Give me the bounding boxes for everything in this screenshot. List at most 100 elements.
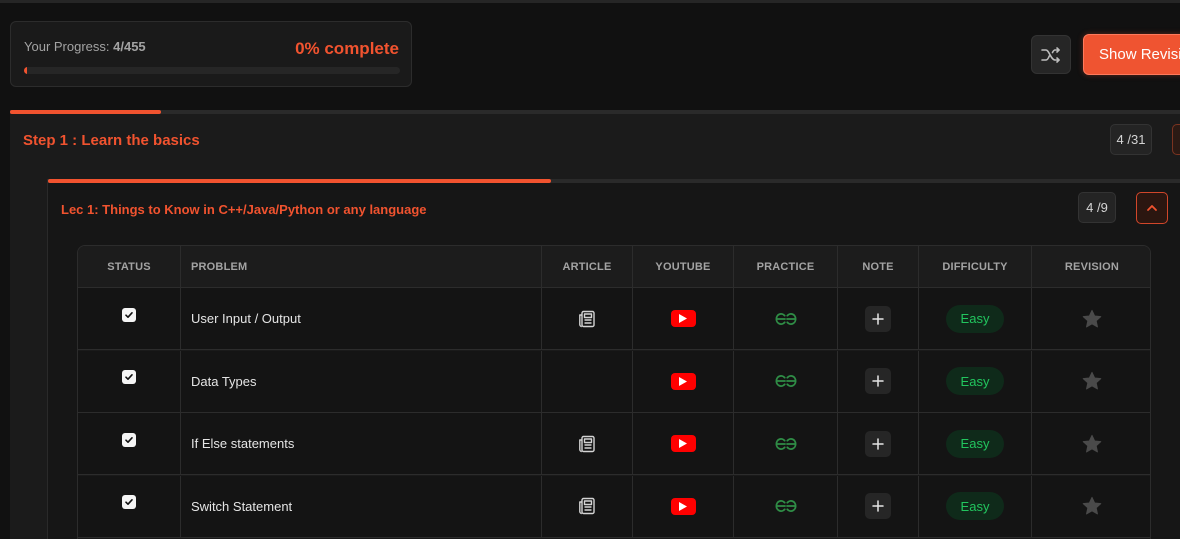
lecture-count: 4 /9	[1078, 192, 1116, 223]
step-count: 4 /31	[1110, 124, 1152, 155]
check-icon	[125, 374, 133, 380]
status-checkbox[interactable]	[122, 307, 136, 322]
shuffle-icon	[1041, 46, 1060, 63]
revision-cell	[1032, 288, 1150, 349]
article-cell	[542, 288, 633, 349]
plus-icon	[872, 312, 884, 325]
progress-bar	[24, 67, 400, 74]
table-header: STATUS PROBLEM ARTICLE YOUTUBE PRACTICE …	[78, 246, 1150, 288]
practice-cell	[734, 350, 838, 412]
note-cell	[838, 350, 919, 412]
difficulty-cell: Easy	[919, 350, 1032, 412]
add-note-button[interactable]	[865, 430, 891, 457]
youtube-icon[interactable]	[670, 372, 696, 390]
problem-cell: Switch Statement	[181, 475, 542, 537]
plus-icon	[872, 375, 884, 387]
show-revision-button[interactable]: Show Revision	[1083, 34, 1180, 75]
status-cell	[78, 288, 181, 349]
progress-card: Your Progress: 4/455 0% complete	[10, 21, 412, 87]
difficulty-badge: Easy	[946, 304, 1004, 333]
youtube-cell	[633, 350, 734, 412]
youtube-cell	[633, 475, 734, 537]
lecture-progress-fill	[48, 179, 552, 183]
step-section: Step 1 : Learn the basics 4 /31 Lec 1: T…	[10, 114, 1180, 539]
article-icon[interactable]	[577, 434, 597, 454]
add-note-button[interactable]	[865, 305, 891, 332]
check-icon	[125, 311, 133, 318]
status-checkbox[interactable]	[122, 495, 136, 509]
table-row: Switch Statement Easy	[78, 475, 1150, 538]
problems-table: STATUS PROBLEM ARTICLE YOUTUBE PRACTICE …	[77, 245, 1151, 539]
difficulty-cell: Easy	[919, 413, 1032, 474]
note-cell	[838, 475, 919, 537]
gfg-icon[interactable]	[773, 312, 799, 326]
practice-cell	[734, 475, 838, 537]
add-note-button[interactable]	[865, 368, 891, 394]
star-icon[interactable]	[1081, 308, 1103, 330]
header-article: ARTICLE	[542, 246, 633, 287]
problem-name: Data Types	[191, 373, 257, 389]
play-icon	[679, 314, 687, 323]
youtube-icon[interactable]	[670, 435, 696, 452]
note-cell	[838, 288, 919, 349]
chevron-up-icon	[1147, 205, 1157, 211]
step-collapse-button[interactable]	[1172, 124, 1180, 155]
youtube-cell	[633, 413, 734, 474]
difficulty-badge: Easy	[946, 367, 1004, 395]
gfg-icon[interactable]	[773, 499, 799, 513]
status-checkbox[interactable]	[122, 432, 136, 447]
step-title[interactable]: Step 1 : Learn the basics	[23, 132, 200, 149]
problem-name: Switch Statement	[191, 498, 293, 514]
youtube-icon[interactable]	[670, 310, 696, 327]
revision-cell	[1032, 351, 1150, 412]
gfg-icon[interactable]	[773, 374, 799, 388]
header-practice: PRACTICE	[734, 246, 838, 287]
youtube-icon[interactable]	[670, 497, 696, 515]
difficulty-badge: Easy	[946, 492, 1004, 520]
progress-count: 4/455	[113, 39, 146, 54]
difficulty-cell: Easy	[919, 475, 1032, 537]
status-checkbox[interactable]	[122, 370, 136, 384]
problem-cell: User Input / Output	[181, 288, 542, 349]
lecture-section: Lec 1: Things to Know in C++/Java/Python…	[47, 179, 1180, 539]
play-icon	[679, 439, 687, 448]
play-icon	[679, 376, 687, 386]
check-icon	[125, 499, 133, 505]
article-icon[interactable]	[577, 496, 597, 516]
problem-cell: Data Types	[181, 350, 542, 412]
lecture-title[interactable]: Lec 1: Things to Know in C++/Java/Python…	[61, 202, 427, 217]
plus-icon	[872, 437, 884, 450]
top-divider	[0, 0, 1180, 3]
revision-cell	[1032, 476, 1150, 537]
practice-cell	[734, 413, 838, 474]
gfg-icon[interactable]	[773, 437, 799, 451]
youtube-cell	[633, 288, 734, 349]
table-row: If Else statements Easy	[78, 413, 1150, 475]
problem-name: User Input / Output	[191, 311, 301, 326]
note-cell	[838, 413, 919, 474]
progress-label: Your Progress: 4/455	[24, 39, 146, 54]
header-problem: PROBLEM	[181, 246, 542, 287]
header-difficulty: DIFFICULTY	[919, 246, 1032, 287]
article-icon[interactable]	[577, 309, 597, 329]
plus-icon	[872, 500, 884, 512]
progress-bar-fill	[24, 67, 28, 74]
shuffle-button[interactable]	[1031, 35, 1071, 74]
header-note: NOTE	[838, 246, 919, 287]
table-row: Data Types Easy	[78, 350, 1150, 413]
lecture-collapse-button[interactable]	[1136, 192, 1168, 224]
status-cell	[78, 413, 181, 474]
star-icon[interactable]	[1081, 495, 1103, 517]
article-cell	[542, 413, 633, 474]
header-revision: REVISION	[1064, 260, 1120, 273]
add-note-button[interactable]	[865, 493, 891, 519]
star-icon[interactable]	[1081, 433, 1103, 455]
article-cell	[542, 350, 633, 412]
difficulty-cell: Easy	[919, 288, 1032, 349]
status-cell	[78, 350, 181, 412]
article-cell	[542, 475, 633, 537]
progress-percent: 0% complete	[295, 39, 399, 58]
practice-cell	[734, 288, 838, 349]
revision-cell	[1032, 413, 1150, 474]
star-icon[interactable]	[1081, 370, 1103, 392]
